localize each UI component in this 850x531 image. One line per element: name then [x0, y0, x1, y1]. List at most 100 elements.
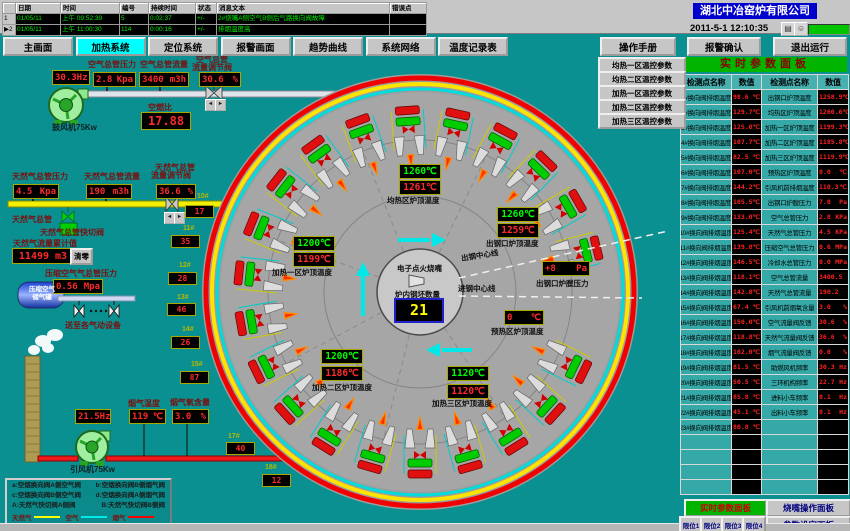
gas-valve-inc-button[interactable]: ►: [174, 212, 185, 224]
tap-zone-pv-display: 1259℃: [497, 223, 539, 238]
heat2-zone-label: 加热二区炉顶温度: [312, 382, 372, 393]
exit-button[interactable]: 退出运行: [773, 37, 847, 56]
legend-line-row: 天然气空气烟气: [7, 510, 170, 522]
panel-name-cell: 15#换向阀排烟温度: [681, 300, 731, 314]
flue-temp-label: 烟气温度: [128, 398, 160, 409]
alarm-ack-button[interactable]: 报警确认: [687, 37, 761, 56]
panel-value-cell: 30.3Hz: [818, 360, 848, 374]
panel-name-cell: 23#换向阀排烟温度: [681, 420, 731, 434]
air-pressure-label: 空气总管压力: [88, 59, 136, 70]
panel-name-cell: 出钢口炉膛压力: [762, 195, 817, 209]
panel-value-cell: 1185.8℃: [818, 135, 848, 149]
panel-col-header: 数值: [818, 75, 848, 89]
blower-fan-icon: [49, 88, 88, 125]
panel-value-cell: 107.0℃: [732, 165, 761, 179]
air-valve-inc-button[interactable]: ►: [215, 99, 226, 111]
panel-name-cell: 预热区炉顶温度: [762, 165, 817, 179]
panel-name-cell: 11#换向阀排烟温度: [681, 240, 731, 254]
panel-value-cell: 110.3℃: [818, 180, 848, 194]
panel-value-cell: 133.0℃: [732, 210, 761, 224]
gas-valve-label2: 流量调节阀: [151, 170, 191, 181]
panel-value-cell: 118.8℃: [732, 330, 761, 344]
panel-empty-cell: [681, 480, 731, 494]
charge-centerline-label: 进钢中心线: [458, 283, 496, 294]
panel-name-cell: 烟气流量阀反馈: [762, 345, 817, 359]
flue-temp-display: 119℃: [129, 409, 166, 424]
panel-value-cell: 146.5℃: [732, 255, 761, 269]
burner-tag-value: 46: [167, 303, 196, 316]
panel-value-cell: 0.6MPa: [818, 240, 848, 254]
panel-value-cell: 102.0℃: [732, 345, 761, 359]
panel-value-cell: 4.5KPa: [818, 225, 848, 239]
panel-name-cell: 16#换向阀排烟温度: [681, 315, 731, 329]
panel-value-cell: 0.1Hz: [818, 405, 848, 419]
panel-value-cell: 45.1℃: [732, 405, 761, 419]
realtime-panel-button[interactable]: 实时参数面板: [684, 499, 767, 517]
igniter-label: 电子点火烧嘴: [397, 263, 442, 274]
menu-tab-trend[interactable]: 趋势曲线: [293, 37, 363, 56]
air-fuel-ratio-display: 17.88: [141, 112, 191, 130]
panel-name-cell: 天然气总管压力: [762, 225, 817, 239]
burner-tag-label: 18#: [265, 464, 277, 471]
menu-tab-network[interactable]: 系统网络: [366, 37, 436, 56]
panel-empty-cell: [681, 450, 731, 464]
air-valve-display: 30.6%: [199, 72, 241, 87]
legend-row: a:空烟换向阀A侧空气阀b:空烟换向阀B侧烟气阀: [7, 480, 170, 490]
manual-button[interactable]: 操作手册: [600, 37, 676, 56]
legend-line-swatch: [81, 516, 107, 518]
panel-empty-cell: [762, 480, 817, 494]
preheat-zone-pv-display: 0℃: [504, 310, 544, 325]
panel-name-cell: 22#换向阀排烟温度: [681, 405, 731, 419]
air-flow-label: 空气总管流量: [140, 59, 188, 70]
panel-value-cell: 85.8℃: [732, 390, 761, 404]
panel-value-cell: 144.2℃: [732, 180, 761, 194]
heat2-zone-sp-display: 1200℃: [321, 349, 363, 364]
menu-tab-main[interactable]: 主画面: [3, 37, 73, 56]
panel-name-cell: 出料小车频率: [762, 405, 817, 419]
panel-value-cell: 1260.6℃: [818, 105, 848, 119]
panel-value-cell: 82.5℃: [732, 150, 761, 164]
panel-name-cell: [762, 420, 817, 434]
heat3-zone-pv-display: 1120℃: [447, 384, 489, 399]
flue-o2-display: 3.0%: [172, 409, 209, 424]
zone-params-button-5[interactable]: 加热三区温控参数: [598, 113, 686, 129]
menu-tab-temp-record[interactable]: 温度记录表: [438, 37, 508, 56]
panel-value-cell: [818, 435, 848, 449]
menu-tab-heating[interactable]: 加热系统: [76, 37, 146, 56]
totalizer-reset-button[interactable]: 清零: [70, 248, 93, 265]
panel-name-cell: 3#换向阀排烟温度: [681, 120, 731, 134]
panel-value-cell: 0.0%: [818, 345, 848, 359]
panel-value-cell: 190.2: [818, 285, 848, 299]
legend-box: a:空烟换向阀A侧空气阀b:空烟换向阀B侧烟气阀c:空烟换向阀B侧空气阀d:空烟…: [5, 478, 172, 529]
panel-name-cell: 14#换向阀排烟温度: [681, 285, 731, 299]
panel-value-cell: 129.7℃: [732, 105, 761, 119]
panel-name-cell: 20#换向阀排烟温度: [681, 375, 731, 389]
realtime-parameter-table: 检测点名称数值检测点名称数值1#换向阀排烟温度98.6℃出钢口炉顶温度1258.…: [680, 74, 849, 495]
burner-tag-value: 35: [171, 235, 200, 248]
burner-panel-button[interactable]: 烧嘴操作面板: [766, 499, 850, 517]
tap-pressure-label: 出钢口炉膛压力: [536, 278, 589, 289]
panel-value-cell: 67.4℃: [732, 300, 761, 314]
panel-name-cell: 17#换向阀排烟温度: [681, 330, 731, 344]
panel-value-cell: 80.8℃: [732, 420, 761, 434]
menu-tab-positioning[interactable]: 定位系统: [148, 37, 218, 56]
legend-line-swatch: [34, 516, 60, 518]
panel-value-cell: 118.1℃: [732, 270, 761, 284]
comp-air-tank-label: 压缩空气储气罐: [22, 286, 62, 302]
menu-tab-alarm[interactable]: 报警画面: [221, 37, 291, 56]
panel-col-header: 检测点名称: [762, 75, 817, 89]
panel-name-cell: 6#换向阀排烟温度: [681, 165, 731, 179]
gas-flow-display: 190m3h: [86, 184, 132, 199]
limit-button-4[interactable]: 限位4: [742, 516, 766, 531]
panel-name-cell: 1#换向阀排烟温度: [681, 90, 731, 104]
chimney: [25, 329, 63, 462]
burner-tag-value: 26: [171, 336, 200, 349]
gas-pressure-label: 天然气总管压力: [12, 171, 68, 182]
heat1-zone-pv-display: 1199℃: [293, 252, 335, 267]
panel-name-cell: 天然气流量阀反馈: [762, 330, 817, 344]
panel-value-cell: 125.4℃: [732, 225, 761, 239]
panel-value-cell: 2.8KPa: [818, 210, 848, 224]
panel-name-cell: 空气总管压力: [762, 210, 817, 224]
comp-air-pressure-label: 压缩空气气总管压力: [45, 268, 117, 279]
panel-value-cell: 0.0MPa: [818, 255, 848, 269]
